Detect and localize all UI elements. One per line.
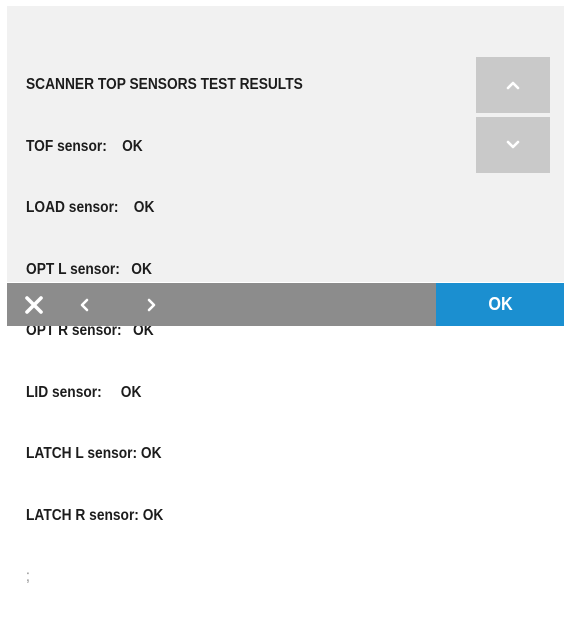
chevron-up-icon — [506, 81, 520, 90]
screen: SCANNER TOP SENSORS TEST RESULTS TOF sen… — [0, 0, 571, 585]
scroll-up-button[interactable] — [476, 57, 550, 113]
scroll-down-button[interactable] — [476, 117, 550, 173]
forward-button[interactable] — [137, 283, 165, 326]
chevron-right-icon — [147, 298, 156, 311]
result-line-tof: TOF sensor: OK — [26, 137, 143, 155]
result-line-lid: LID sensor: OK — [26, 383, 142, 401]
result-line-opt-l: OPT L sensor: OK — [26, 260, 152, 278]
chevron-left-icon — [80, 298, 89, 311]
ok-button[interactable]: OK — [436, 283, 564, 326]
close-button[interactable] — [17, 283, 51, 326]
chevron-down-icon — [506, 140, 520, 149]
results-title: SCANNER TOP SENSORS TEST RESULTS — [26, 76, 303, 93]
result-line-load: LOAD sensor: OK — [26, 199, 155, 216]
result-line-latch-l: LATCH L sensor: OK — [26, 445, 162, 462]
ok-button-label: OK — [487, 294, 513, 314]
result-trailing: ; — [26, 568, 30, 585]
close-icon — [25, 295, 43, 314]
results-text: SCANNER TOP SENSORS TEST RESULTS TOF sen… — [26, 34, 303, 629]
back-button[interactable] — [71, 283, 99, 326]
result-line-latch-r: LATCH R sensor: OK — [26, 506, 164, 524]
